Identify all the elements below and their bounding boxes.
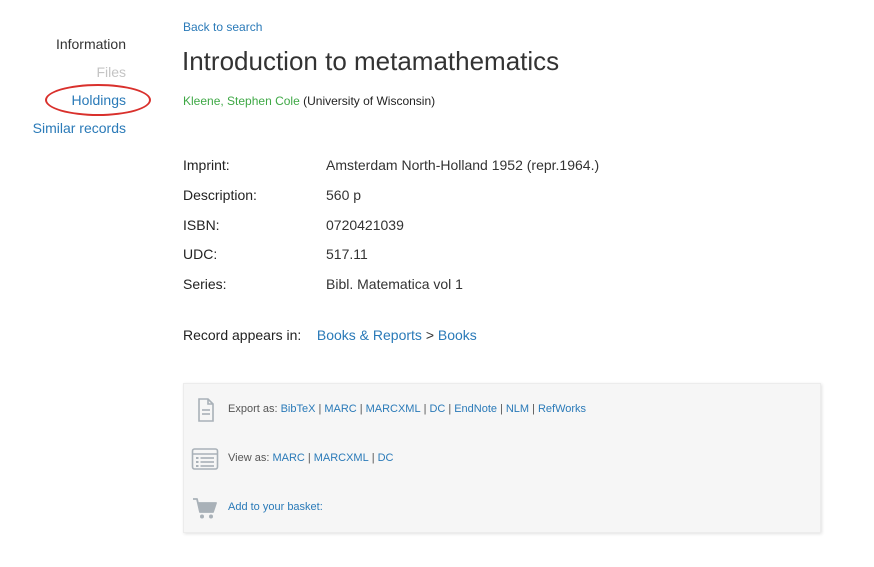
record-actions-panel: Export as: BibTeX | MARC | MARCXML | DC | EndNot… — [183, 383, 821, 533]
export-marcxml-link[interactable]: MARCXML — [366, 403, 421, 415]
list-icon — [191, 446, 219, 472]
export-endnote-link[interactable]: EndNote — [454, 403, 497, 415]
export-links: Export as: BibTeX | MARC | MARCXML | DC | EndNot… — [228, 403, 587, 415]
metadata-label: UDC: — [183, 246, 218, 262]
export-marc-link[interactable]: MARC — [324, 403, 356, 415]
metadata-label: Description: — [183, 187, 257, 203]
breadcrumb-separator: > — [425, 327, 434, 343]
record-page: Information Files Holdings Similar recor… — [0, 0, 874, 567]
tab-similar-records[interactable]: Similar records — [33, 120, 126, 136]
back-to-search-link[interactable]: Back to search — [183, 20, 262, 34]
tab-holdings[interactable]: Holdings — [72, 92, 126, 108]
author-affiliation: (University of Wisconsin) — [303, 94, 436, 108]
metadata-value: 560 p — [326, 187, 362, 203]
basket-row: Add to your basket: — [184, 493, 820, 523]
collection-link-books[interactable]: Books — [438, 327, 477, 343]
metadata-label: ISBN: — [183, 217, 220, 233]
author-link[interactable]: Kleene, Stephen Cole — [183, 94, 300, 108]
view-marcxml-link[interactable]: MARCXML — [314, 452, 369, 464]
metadata-value: 0720421039 — [326, 217, 404, 233]
metadata-label: Imprint: — [183, 157, 230, 173]
view-dc-link[interactable]: DC — [378, 452, 394, 464]
author-line: Kleene, Stephen Cole (University of Wisc… — [183, 94, 435, 108]
metadata-value: Bibl. Matematica vol 1 — [326, 276, 463, 292]
collection-link-books-reports[interactable]: Books & Reports — [317, 327, 422, 343]
record-appears-in: Record appears in: Books & Reports > Boo… — [183, 327, 477, 343]
view-as-links: View as: MARC | MARCXML | DC — [228, 452, 394, 464]
tab-information[interactable]: Information — [56, 36, 126, 52]
page-title: Introduction to metamathematics — [182, 46, 560, 76]
view-as-label: View as: — [228, 452, 270, 464]
metadata-label: Series: — [183, 276, 227, 292]
add-to-basket-link[interactable]: Add to your basket: — [228, 501, 323, 513]
metadata-value: Amsterdam North-Holland 1952 (repr.1964.… — [326, 157, 600, 173]
cart-icon — [191, 495, 219, 521]
document-icon — [191, 397, 219, 423]
metadata-value: 517.11 — [326, 246, 368, 262]
export-refworks-link[interactable]: RefWorks — [538, 403, 586, 415]
export-label: Export as: — [228, 403, 278, 415]
view-as-row: View as: MARC | MARCXML | DC — [184, 444, 820, 474]
export-nlm-link[interactable]: NLM — [506, 403, 529, 415]
add-to-basket: Add to your basket: — [228, 501, 323, 513]
view-marc-link[interactable]: MARC — [272, 452, 304, 464]
export-row: Export as: BibTeX | MARC | MARCXML | DC | EndNot… — [184, 395, 820, 425]
export-dc-link[interactable]: DC — [429, 403, 445, 415]
appears-in-label: Record appears in: — [183, 327, 302, 343]
tab-files: Files — [96, 64, 126, 80]
export-bibtex-link[interactable]: BibTeX — [281, 403, 316, 415]
